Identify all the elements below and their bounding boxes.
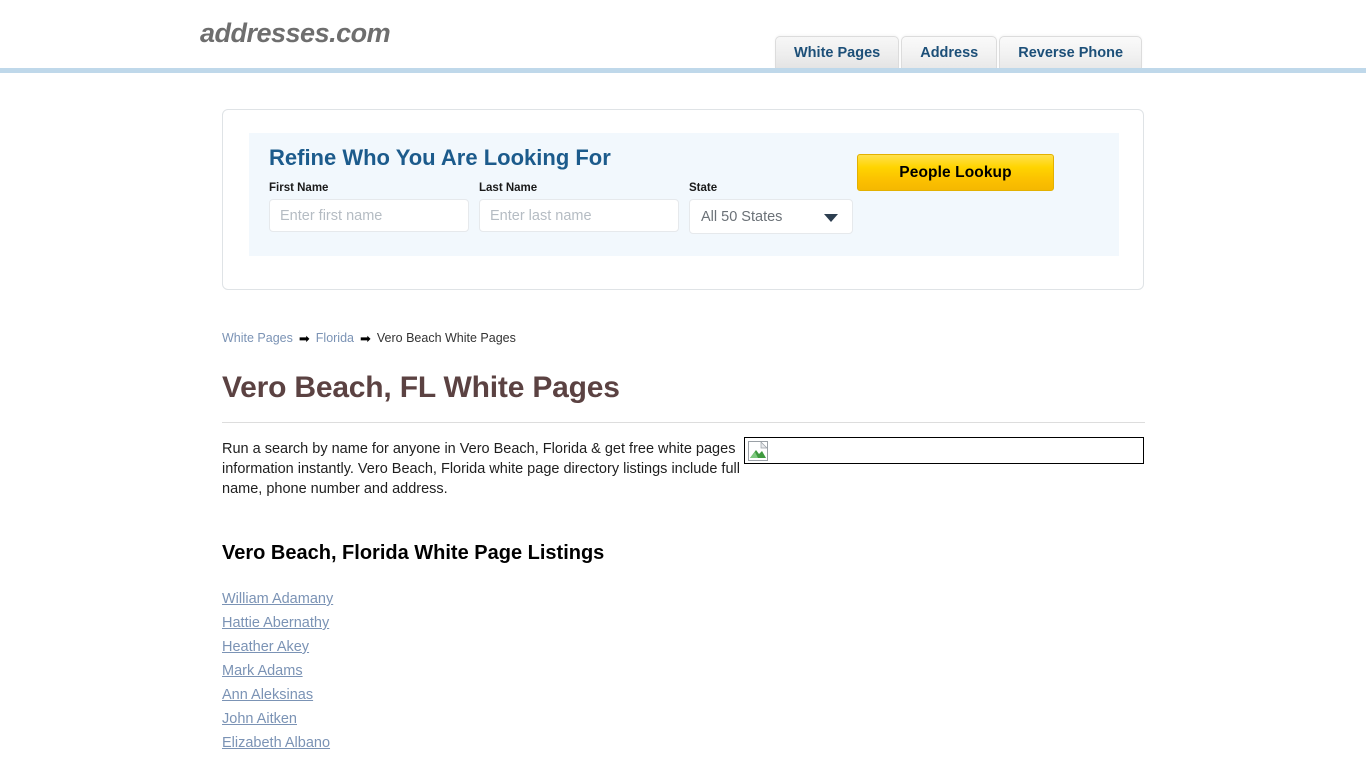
broken-image-placeholder [744,437,1144,464]
site-logo[interactable]: addresses.com [200,18,391,49]
tab-reverse-phone-label: Reverse Phone [1018,44,1124,61]
listing-link[interactable]: William Adamany [222,591,333,607]
state-select[interactable]: All 50 States [689,199,853,234]
site-header: addresses.com White Pages Address Revers… [0,0,1366,68]
list-item: Hattie Abernathy [222,611,1152,635]
last-name-input[interactable] [479,199,679,232]
primary-nav: White Pages Address Reverse Phone [775,36,1143,68]
breadcrumb-item-current: Vero Beach White Pages [376,331,516,345]
listing-link[interactable]: Ann Aleksinas [222,687,313,703]
page-description: Run a search by name for anyone in Vero … [222,441,740,497]
listing-link[interactable]: Mark Adams [222,663,303,679]
first-name-input[interactable] [269,199,469,232]
page-title: Vero Beach, FL White Pages [222,371,620,404]
breadcrumb-item-florida[interactable]: Florida [316,331,354,345]
description-row: Run a search by name for anyone in Vero … [222,437,1145,499]
last-name-label: Last Name [479,182,538,194]
refine-search-panel: Refine Who You Are Looking For First Nam… [249,133,1119,256]
state-select-value: All 50 States [701,208,783,225]
list-item: Mark Adams [222,659,1152,683]
header-divider [0,68,1366,73]
chevron-down-icon [824,213,838,222]
listing-link[interactable]: Elizabeth Albano [222,735,330,751]
people-lookup-button[interactable]: People Lookup [857,154,1054,191]
tab-address[interactable]: Address [901,36,998,68]
first-name-group: First Name [269,182,469,232]
main-content: White Pages ➡ Florida ➡ Vero Beach White… [222,331,1152,768]
breadcrumb-item-white-pages[interactable]: White Pages [222,331,293,345]
listing-link[interactable]: Hattie Abernathy [222,615,329,631]
broken-image-icon [748,441,768,461]
title-divider [222,422,1145,423]
breadcrumb: White Pages ➡ Florida ➡ Vero Beach White… [222,331,1152,345]
refine-heading: Refine Who You Are Looking For [269,145,611,170]
last-name-group: Last Name [479,182,679,232]
list-item: Heather Akey [222,635,1152,659]
list-item: Elizabeth Albano [222,731,1152,755]
arrow-right-icon: ➡ [298,330,310,346]
listings-list: William Adamany Hattie Abernathy Heather… [222,587,1152,755]
listing-link[interactable]: John Aitken [222,711,297,727]
state-group: State All 50 States [689,182,853,234]
first-name-label: First Name [269,182,329,194]
list-item: John Aitken [222,707,1152,731]
refine-search-card: Refine Who You Are Looking For First Nam… [222,109,1144,290]
list-item: William Adamany [222,587,1152,611]
tab-reverse-phone[interactable]: Reverse Phone [999,36,1143,68]
arrow-right-icon: ➡ [360,330,371,346]
tab-white-pages[interactable]: White Pages [775,36,900,68]
tab-address-label: Address [920,44,979,61]
tab-white-pages-label: White Pages [794,44,881,61]
listing-link[interactable]: Heather Akey [222,639,309,655]
state-label: State [689,182,718,194]
listings-heading: Vero Beach, Florida White Page Listings [222,542,605,564]
list-item: Ann Aleksinas [222,683,1152,707]
